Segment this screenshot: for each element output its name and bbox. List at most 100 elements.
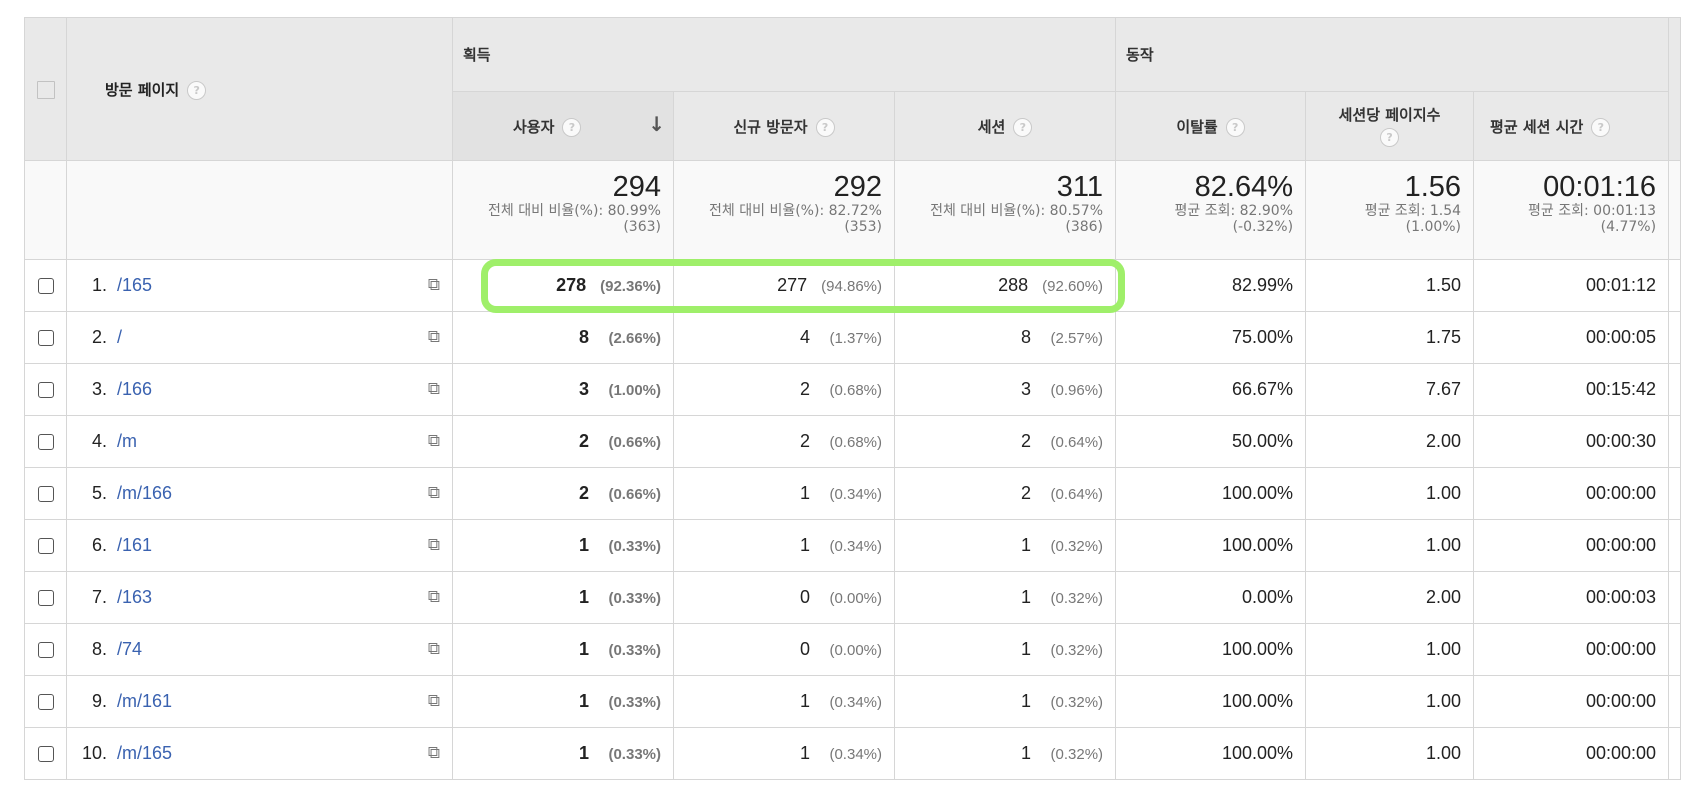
total-avg: 평균 조회: 00:01:13 [1528,203,1657,219]
table-row: 1. /165 ⧉ 278 (92.36%) 277 (94.86%) 288 (92.60%)… [24,259,1682,312]
sessions-value: 1 [1021,743,1032,763]
popout-icon[interactable]: ⧉ [428,327,440,347]
row-checkbox-cell [24,571,67,624]
question-icon[interactable]: ? [1380,128,1400,147]
landing-page-header[interactable]: 방문 페이지? [66,17,453,161]
totals-row: 294 전체 대비 비율(%): 80.99% (363) 292 전체 대비 비율(… [24,160,1682,260]
landing-page-link[interactable]: /74 [117,639,142,659]
users-cell: 1 (0.33%) [452,675,674,728]
row-edge-cell [1668,623,1682,676]
users-percent: (0.33%) [608,642,661,659]
row-checkbox[interactable] [37,746,54,762]
popout-icon[interactable]: ⧉ [428,483,440,503]
new-visitors-value: 1 [799,743,810,763]
column-header-pages-per-session[interactable]: 세션당 페이지수? [1305,91,1475,161]
total-value: 00:01:16 [1543,171,1657,203]
column-header-bounce-rate[interactable]: 이탈률? [1115,91,1307,161]
avg-session-duration-cell: 00:00:00 [1473,467,1670,520]
sessions-percent: (0.32%) [1050,694,1104,711]
landing-page-link[interactable]: / [117,327,122,347]
users-percent: (2.66%) [608,330,661,347]
users-cell: 1 (0.33%) [452,519,674,572]
question-icon[interactable]: ? [1591,117,1611,137]
question-icon[interactable]: ? [562,117,582,137]
landing-page-link[interactable]: /m/161 [117,691,172,711]
new-visitors-cell: 1 (0.34%) [673,519,895,572]
pages-per-session-cell: 1.00 [1305,519,1475,572]
total-pages-per-session: 1.56 평균 조회: 1.54 (1.00%) [1305,160,1475,260]
sessions-value: 1 [1021,639,1032,659]
users-value: 2 [578,483,589,503]
landing-page-link[interactable]: /m/166 [117,483,172,503]
row-checkbox-cell [24,623,67,676]
users-value: 3 [578,379,589,399]
total-percent: 전체 대비 비율(%): 82.72% [709,203,882,219]
row-checkbox[interactable] [37,694,54,710]
row-checkbox[interactable] [37,642,54,658]
landing-page-link[interactable]: /161 [117,535,152,555]
question-icon[interactable]: ? [187,80,207,100]
row-checkbox[interactable] [37,486,54,502]
total-delta: (4.77%) [1600,219,1657,235]
question-icon[interactable]: ? [1225,117,1245,137]
total-bounce-rate: 82.64% 평균 조회: 82.90% (-0.32%) [1115,160,1307,260]
popout-icon[interactable]: ⧉ [428,275,440,295]
column-header-sessions[interactable]: 세션? [893,91,1117,161]
row-checkbox[interactable] [37,590,54,606]
row-checkbox-cell [24,415,67,468]
column-header-avg-session-duration[interactable]: 평균 세션 시간? [1473,91,1670,161]
popout-icon[interactable]: ⧉ [428,431,440,451]
row-checkbox[interactable] [37,382,54,398]
table-row: 2. / ⧉ 8 (2.66%) 4 (1.37%) 8 (2.57%) 75.00% 1.75 00… [24,311,1682,364]
select-all-checkbox[interactable] [36,80,55,99]
popout-icon[interactable]: ⧉ [428,743,440,763]
landing-page-link[interactable]: /166 [117,379,152,399]
popout-icon[interactable]: ⧉ [428,379,440,399]
total-avg: 평균 조회: 1.54 [1364,203,1462,219]
arrow-down-icon[interactable]: ↓ [648,112,665,136]
new-visitors-percent: (0.34%) [829,538,882,555]
landing-page-cell: 9. /m/161 ⧉ [66,675,453,728]
new-visitors-cell: 2 (0.68%) [673,415,895,468]
bounce-rate-cell: 100.00% [1115,675,1307,728]
users-value: 1 [578,639,589,659]
new-visitors-value: 1 [799,691,810,711]
landing-page-link[interactable]: /m [117,431,137,451]
row-checkbox[interactable] [37,434,54,450]
column-header-users[interactable]: 사용자? ↓ [452,91,674,161]
total-site: (386) [1065,219,1104,235]
row-checkbox[interactable] [37,538,54,554]
landing-page-cell: 8. /74 ⧉ [66,623,453,676]
row-checkbox[interactable] [37,278,54,294]
row-checkbox-cell [24,467,67,520]
new-visitors-percent: (0.00%) [829,590,882,607]
column-label-pages-per-session: 세션당 페이지수 [1338,106,1441,124]
new-visitors-percent: (94.86%) [821,278,882,295]
table-row: 4. /m ⧉ 2 (0.66%) 2 (0.68%) 2 (0.64%) 50.00% 2.00 0… [24,415,1682,468]
popout-icon[interactable]: ⧉ [428,639,440,659]
total-new-visitors: 292 전체 대비 비율(%): 82.72% (353) [673,160,895,260]
popout-icon[interactable]: ⧉ [428,535,440,555]
new-visitors-value: 0 [799,587,810,607]
row-edge-cell [1668,727,1682,780]
row-checkbox[interactable] [37,330,54,346]
question-icon[interactable]: ? [815,117,835,137]
pages-per-session-cell: 1.75 [1305,311,1475,364]
users-cell: 278 (92.36%) [452,259,674,312]
users-percent: (0.66%) [608,434,661,451]
table-row: 9. /m/161 ⧉ 1 (0.33%) 1 (0.34%) 1 (0.32%) 100.00%… [24,675,1682,728]
column-header-new-visitors[interactable]: 신규 방문자? [673,91,895,161]
popout-icon[interactable]: ⧉ [428,587,440,607]
question-icon[interactable]: ? [1013,117,1033,137]
popout-icon[interactable]: ⧉ [428,691,440,711]
landing-page-link[interactable]: /m/165 [117,743,172,763]
row-rank: 8. [91,639,107,659]
landing-page-link[interactable]: /163 [117,587,152,607]
row-checkbox-cell [24,727,67,780]
column-label-new-visitors: 신규 방문자 [733,117,808,136]
landing-page-link[interactable]: /165 [117,275,152,295]
users-value: 8 [578,327,589,347]
sessions-percent: (0.96%) [1050,382,1104,399]
landing-page-cell: 1. /165 ⧉ [66,259,453,312]
landing-page-report-table: 방문 페이지? 획득 동작 사용자? ↓ 신규 방문자? 세션? 이탈률? 세션… [24,17,1682,780]
